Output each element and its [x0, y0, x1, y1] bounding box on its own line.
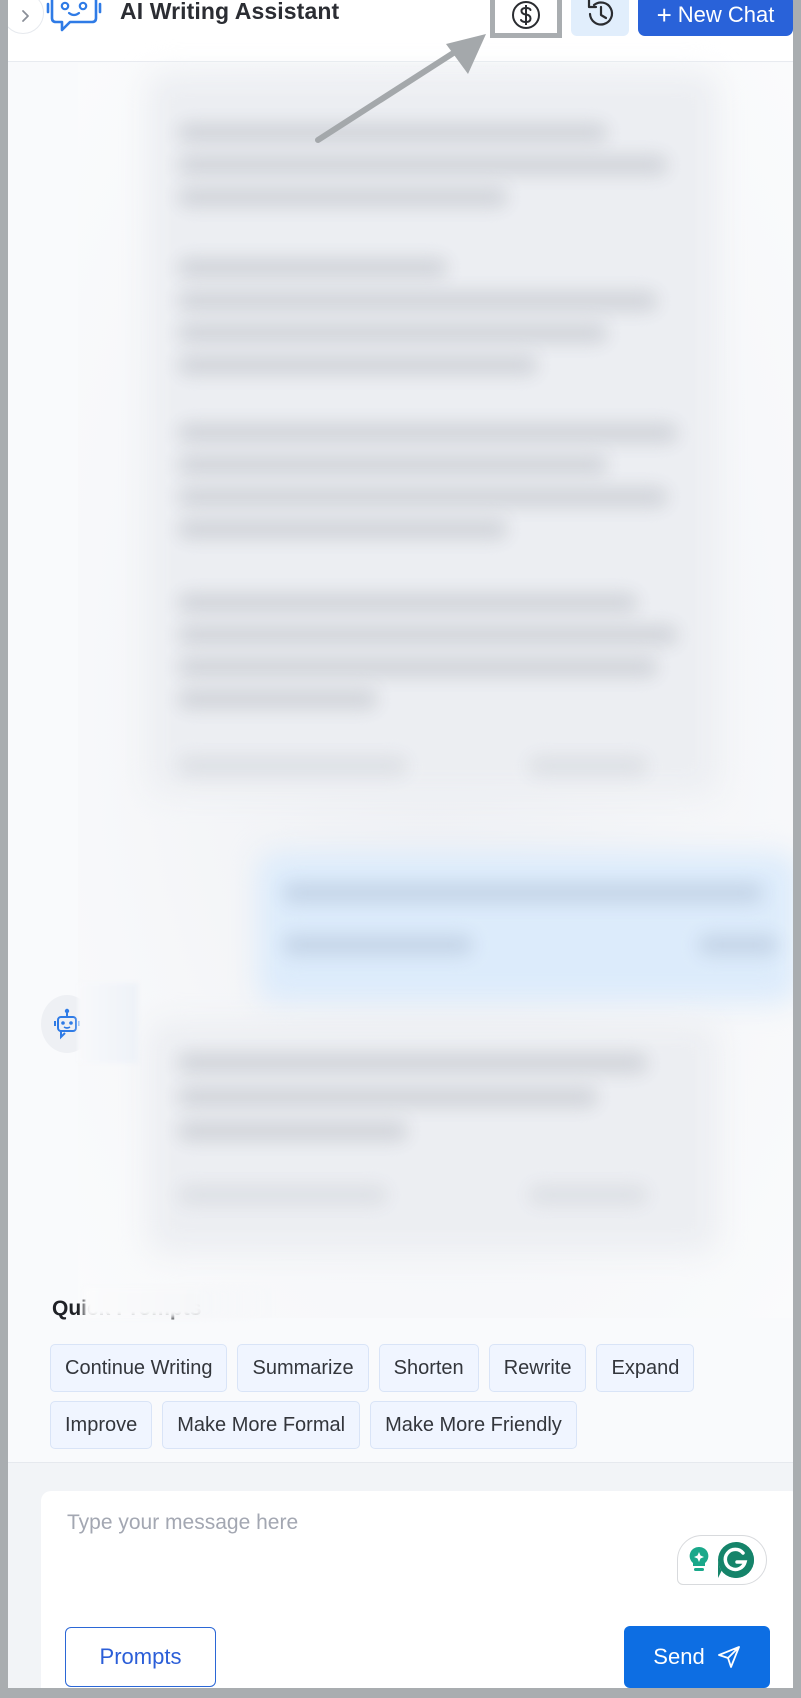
redacted-timestamp — [178, 1185, 388, 1205]
header: AI Writing Assistant + New Chat — [8, 0, 793, 62]
quick-prompt-make-more-formal[interactable]: Make More Formal — [162, 1401, 361, 1449]
redacted-line — [283, 883, 763, 903]
history-icon — [587, 0, 614, 26]
quick-prompt-shorten[interactable]: Shorten — [378, 1344, 479, 1392]
quick-prompt-continue-writing[interactable]: Continue Writing — [50, 1344, 228, 1392]
send-button[interactable]: Send — [624, 1626, 770, 1688]
redacted-line — [178, 657, 658, 677]
quick-prompt-improve[interactable]: Improve — [50, 1401, 153, 1449]
redacted-line — [178, 455, 608, 475]
redacted-line — [178, 487, 668, 507]
redacted-line — [178, 323, 608, 343]
assistant-panel: AI Writing Assistant + New Chat Quick Co… — [8, 0, 793, 1688]
redacted-actions — [528, 756, 648, 776]
composer: Prompts Send — [41, 1491, 793, 1688]
redacted-line — [178, 625, 678, 645]
redacted-line — [178, 155, 668, 175]
quick-prompt-make-more-friendly[interactable]: Make More Friendly — [370, 1401, 577, 1449]
redacted-line — [178, 423, 678, 443]
quick-prompt-summarize[interactable]: Summarize — [237, 1344, 369, 1392]
plus-icon: + — [656, 0, 672, 30]
redacted-overlay-edge — [84, 1288, 274, 1318]
redacted-line — [178, 258, 448, 278]
redacted-timestamp — [178, 756, 408, 776]
new-chat-label: New Chat — [677, 2, 775, 27]
redacted-line — [178, 355, 538, 375]
redacted-line — [178, 1121, 408, 1141]
new-chat-button[interactable]: + New Chat — [638, 0, 793, 36]
lightbulb-icon — [689, 1546, 709, 1571]
redacted-line — [178, 1087, 598, 1107]
composer-area: Prompts Send — [8, 1462, 793, 1688]
collapse-sidebar-button[interactable] — [8, 0, 44, 34]
redacted-line — [178, 689, 378, 709]
chevron-right-icon — [22, 10, 29, 22]
quick-prompts-list: Continue Writing Summarize Shorten Rewri… — [50, 1344, 790, 1449]
message-input[interactable] — [67, 1511, 707, 1591]
paper-plane-icon — [717, 1646, 740, 1668]
redacted-line — [178, 593, 638, 613]
send-label: Send — [653, 1644, 705, 1669]
redacted-line — [178, 123, 608, 143]
prompts-button[interactable]: Prompts — [65, 1627, 216, 1687]
redacted-line — [178, 519, 508, 539]
redacted-actions — [698, 935, 778, 955]
grammarly-icon — [718, 1542, 754, 1578]
dollar-circle-icon — [512, 1, 540, 29]
quick-prompt-rewrite[interactable]: Rewrite — [488, 1344, 587, 1392]
user-message — [258, 853, 793, 1003]
redacted-line — [178, 187, 508, 207]
redacted-line — [178, 1053, 648, 1073]
robot-icon — [54, 1008, 80, 1040]
chat-bot-logo-icon — [46, 0, 102, 32]
billing-button[interactable] — [490, 0, 562, 38]
grammarly-widget[interactable] — [677, 1535, 767, 1585]
quick-prompt-expand[interactable]: Expand — [596, 1344, 695, 1392]
history-button[interactable] — [571, 0, 629, 36]
redacted-line — [178, 291, 658, 311]
redacted-overlay-edge — [78, 983, 138, 1063]
chat-messages — [8, 63, 793, 1318]
redacted-overlay — [78, 63, 793, 1318]
redacted-timestamp — [283, 935, 473, 955]
app-title: AI Writing Assistant — [120, 0, 340, 24]
redacted-actions — [528, 1185, 648, 1205]
